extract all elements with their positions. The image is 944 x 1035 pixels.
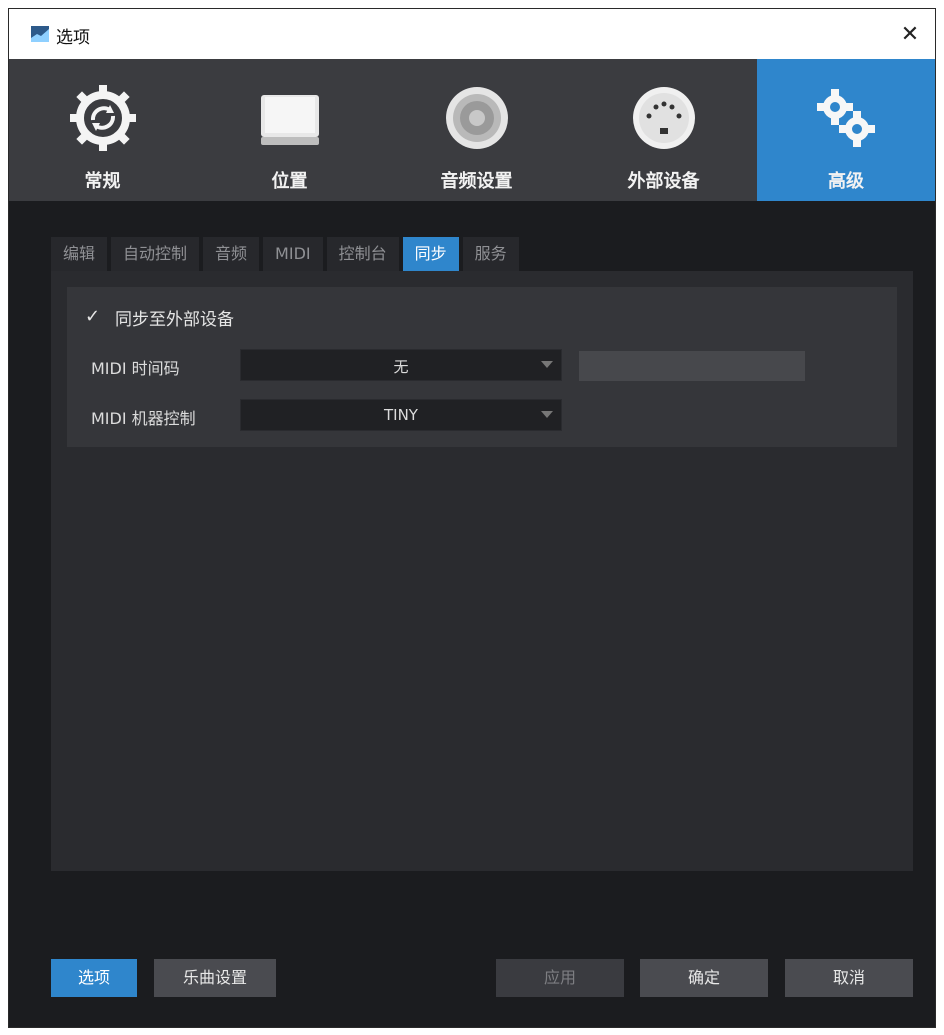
dialog-body: 编辑 自动控制 音频 MIDI 控制台 同步 服务 ✓ 同步至外部设备 MIDI… — [9, 201, 935, 1027]
dropdown-arrow-icon — [541, 411, 553, 418]
midi-timecode-label: MIDI 时间码 — [91, 359, 180, 378]
nav-locations-label: 位置 — [271, 171, 308, 192]
midi-machine-control-value: TINY — [384, 406, 418, 424]
subtabs: 编辑 自动控制 音频 MIDI 控制台 同步 服务 — [51, 237, 523, 271]
tab-midi[interactable]: MIDI — [263, 237, 323, 271]
sync-external-option[interactable]: ✓ 同步至外部设备 — [85, 303, 234, 331]
speaker-icon — [445, 87, 508, 149]
sync-panel: ✓ 同步至外部设备 MIDI 时间码 无 MIDI 机器控制 TINY — [67, 287, 897, 447]
nav-audio-setup-label: 音频设置 — [440, 171, 513, 192]
nav-audio-setup[interactable]: 音频设置 — [383, 59, 570, 201]
tab-edit[interactable]: 编辑 — [51, 237, 108, 271]
tab-console[interactable]: 控制台 — [326, 237, 399, 271]
top-navigation: 常规 位置 音频设置 外部设备 高级 — [9, 59, 935, 201]
settings-content: ✓ 同步至外部设备 MIDI 时间码 无 MIDI 机器控制 TINY — [51, 271, 913, 871]
options-dialog: 选项 ✕ 常规 位置 音频设置 外部设备 高级 编辑 自动控制 音频 MIDI … — [8, 8, 936, 1028]
nav-general[interactable]: 常规 — [9, 59, 196, 201]
close-button[interactable]: ✕ — [893, 17, 927, 51]
timecode-extra-field — [579, 351, 805, 381]
midi-machine-control-label: MIDI 机器控制 — [91, 409, 196, 428]
nav-external-devices[interactable]: 外部设备 — [570, 59, 757, 201]
checkmark-icon[interactable]: ✓ — [85, 308, 103, 326]
nav-external-devices-label: 外部设备 — [627, 171, 700, 192]
sync-external-label: 同步至外部设备 — [115, 309, 234, 330]
midi-machine-control-dropdown[interactable]: TINY — [240, 399, 562, 431]
gear-refresh-icon — [69, 85, 136, 151]
window-title: 选项 — [56, 28, 90, 48]
tab-sync[interactable]: 同步 — [402, 237, 459, 271]
dropdown-arrow-icon — [541, 361, 553, 368]
midi-timecode-value: 无 — [393, 358, 409, 376]
nav-advanced-label: 高级 — [828, 171, 864, 192]
app-logo-icon — [31, 26, 49, 42]
gears-icon — [817, 89, 875, 147]
song-settings-button[interactable]: 乐曲设置 — [154, 959, 276, 997]
nav-general-label: 常规 — [84, 171, 121, 192]
ok-button[interactable]: 确定 — [640, 959, 768, 997]
tab-services[interactable]: 服务 — [462, 237, 519, 271]
drive-icon — [260, 95, 319, 145]
title-bar: 选项 ✕ — [9, 9, 935, 59]
tab-automation[interactable]: 自动控制 — [111, 237, 200, 271]
nav-locations[interactable]: 位置 — [196, 59, 383, 201]
options-button[interactable]: 选项 — [51, 959, 137, 997]
apply-button[interactable]: 应用 — [496, 959, 624, 997]
tab-audio[interactable]: 音频 — [203, 237, 260, 271]
midi-port-icon — [632, 87, 695, 149]
nav-advanced[interactable]: 高级 — [757, 59, 935, 201]
midi-timecode-dropdown[interactable]: 无 — [240, 349, 562, 381]
cancel-button[interactable]: 取消 — [785, 959, 913, 997]
close-icon: ✕ — [900, 21, 920, 47]
